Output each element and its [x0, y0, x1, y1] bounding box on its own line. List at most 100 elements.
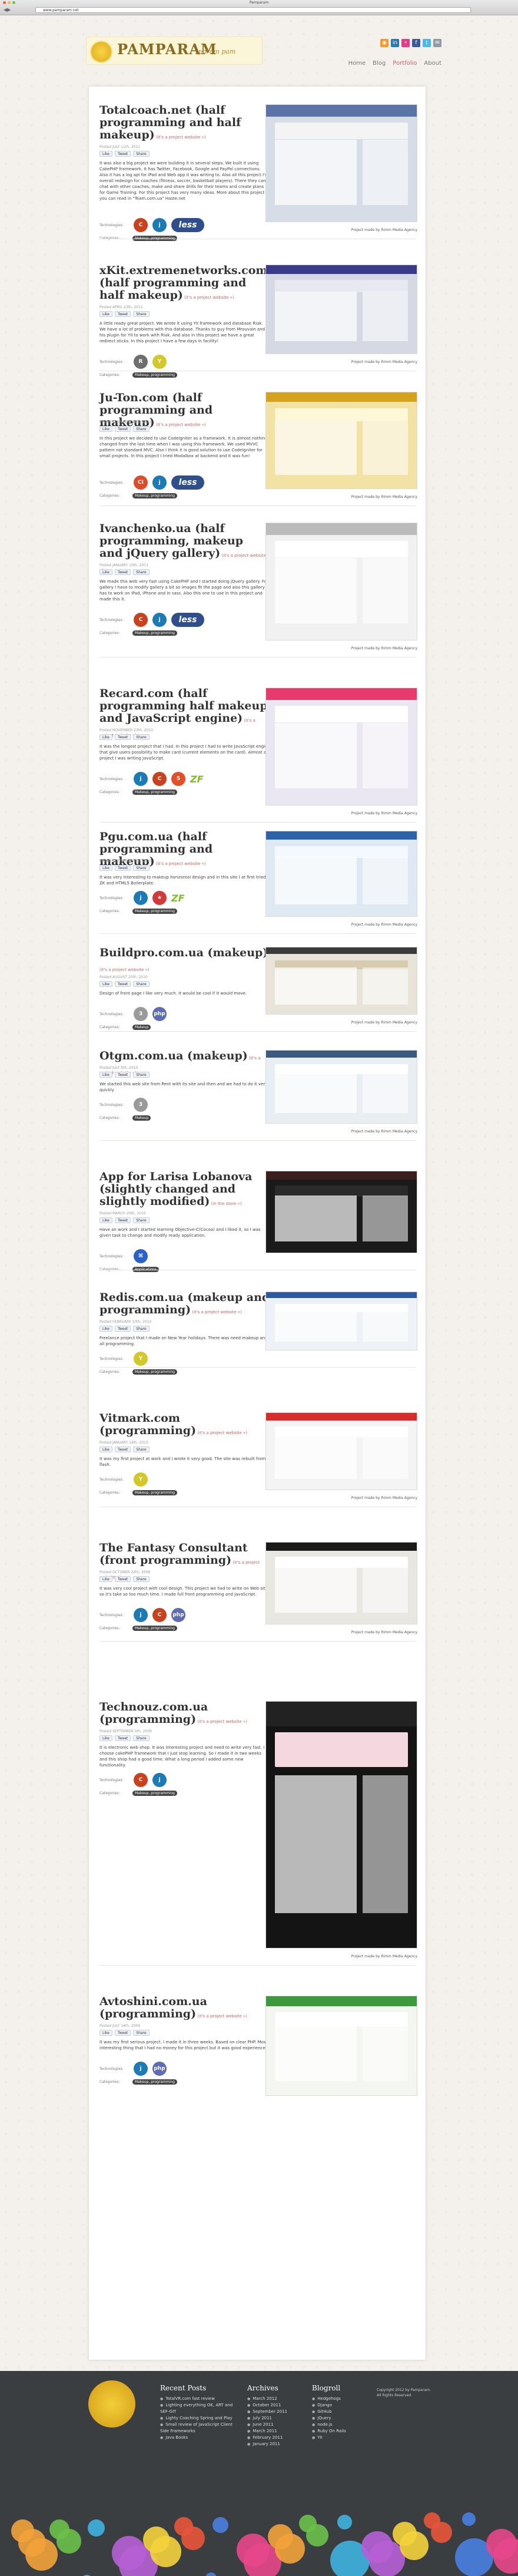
post-title[interactable]: Totalcoach.net (half programming and hal… [99, 104, 270, 144]
like-button[interactable]: Like [99, 1326, 112, 1332]
rss-icon[interactable]: ◉ [380, 39, 388, 47]
category-tag[interactable]: Makeup, programming [132, 909, 177, 914]
like-button[interactable]: Like [99, 151, 112, 157]
project-website-link[interactable]: (it's a project website ») [155, 422, 206, 427]
post-title[interactable]: App for Larisa Lobanova (slightly change… [99, 1171, 270, 1210]
tweet-button[interactable]: Tweet [114, 1735, 131, 1741]
category-tag[interactable]: Makeup, programming [132, 1490, 177, 1495]
tweet-button[interactable]: Tweet [114, 1446, 131, 1452]
share-button[interactable]: Share [133, 1576, 150, 1582]
share-button[interactable]: Share [133, 1735, 150, 1741]
post-title-text[interactable]: Technouz.com.ua (programming) [99, 1700, 208, 1726]
category-tag[interactable]: Makeup, programming [132, 630, 177, 636]
share-button[interactable]: Share [133, 151, 150, 157]
share-button[interactable]: Share [133, 1072, 150, 1078]
post-title-text[interactable]: Otgm.com.ua (makeup) [99, 1049, 248, 1062]
facebook-icon[interactable]: f [412, 39, 420, 47]
menu-item-about[interactable]: About [424, 60, 441, 67]
tweet-button[interactable]: Tweet [114, 2030, 131, 2036]
category-tag[interactable]: Makeup, programming [132, 790, 177, 795]
project-screenshot[interactable] [265, 265, 417, 354]
share-button[interactable]: Share [133, 981, 150, 987]
share-button[interactable]: Share [133, 2030, 150, 2036]
tweet-button[interactable]: Tweet [114, 865, 131, 871]
post-title[interactable]: Buildpro.com.ua (makeup) (it's a project… [99, 947, 270, 976]
project-screenshot[interactable] [265, 523, 417, 640]
project-screenshot[interactable] [265, 1996, 417, 2096]
share-button[interactable]: Share [133, 734, 150, 740]
blogroll-item[interactable]: GitHub [312, 2409, 394, 2415]
menu-item-home[interactable]: Home [348, 60, 366, 67]
post-title-text[interactable]: The Fantasy Consultant (front programmin… [99, 1541, 248, 1567]
post-title[interactable]: xKit.extremenetworks.com (half programmi… [99, 265, 270, 304]
share-button[interactable]: Share [133, 426, 150, 432]
tweet-button[interactable]: Tweet [114, 1072, 131, 1078]
share-button[interactable]: Share [133, 1446, 150, 1452]
category-tag[interactable]: Makeup, programming [132, 493, 177, 498]
post-title[interactable]: Redis.com.ua (makeup and programming) (i… [99, 1292, 270, 1319]
project-website-link[interactable]: (it's a project website ») [191, 1310, 242, 1315]
project-screenshot[interactable] [265, 1412, 417, 1490]
project-screenshot[interactable] [265, 688, 417, 805]
post-title-text[interactable]: Avtoshini.com.ua (programming) [99, 1995, 207, 2020]
blogroll-item[interactable]: YII [312, 2435, 394, 2441]
recent-item[interactable]: Small review of JavaScript Client Side F… [160, 2422, 243, 2435]
share-button[interactable]: Share [133, 569, 150, 575]
category-tag[interactable]: Makeup, programming [132, 1626, 177, 1631]
share-button[interactable]: Share [133, 1217, 150, 1223]
post-title-text[interactable]: Vitmark.com (programming) [99, 1412, 196, 1437]
menu-item-portfolio[interactable]: Portfolio [393, 60, 417, 67]
like-button[interactable]: Like [99, 1576, 112, 1582]
menu-item-blog[interactable]: Blog [373, 60, 386, 67]
project-screenshot[interactable] [265, 104, 417, 222]
project-website-link[interactable]: (it's a project website ») [196, 1719, 247, 1724]
project-screenshot[interactable] [265, 1171, 417, 1253]
project-website-link[interactable]: (it's a project website ») [183, 295, 234, 300]
back-forward-icon[interactable]: ◀▶ [4, 7, 11, 12]
blogroll-item[interactable]: Ruby On Rails [312, 2428, 394, 2435]
share-button[interactable]: Share [133, 865, 150, 871]
post-title[interactable]: Vitmark.com (programming) (it's a projec… [99, 1412, 270, 1439]
post-title[interactable]: Pgu.com.ua (half programming and makeup)… [99, 831, 270, 870]
project-screenshot[interactable] [265, 947, 417, 1015]
site-logo[interactable]: PAMPARAM param pam [86, 37, 263, 65]
share-button[interactable]: Share [133, 1326, 150, 1332]
like-button[interactable]: Like [99, 734, 112, 740]
tweet-button[interactable]: Tweet [114, 1326, 131, 1332]
like-button[interactable]: Like [99, 311, 112, 317]
project-screenshot[interactable] [265, 1050, 417, 1124]
tweet-button[interactable]: Tweet [114, 569, 131, 575]
category-tag[interactable]: Makeup, programming [132, 1791, 177, 1796]
email-icon[interactable]: ✉ [433, 39, 441, 47]
like-button[interactable]: Like [99, 426, 112, 432]
project-screenshot[interactable] [265, 1542, 417, 1624]
like-button[interactable]: Like [99, 1446, 112, 1452]
tweet-button[interactable]: Tweet [114, 1576, 131, 1582]
like-button[interactable]: Like [99, 981, 112, 987]
twitter-icon[interactable]: t [423, 39, 431, 47]
tweet-button[interactable]: Tweet [114, 1217, 131, 1223]
project-website-link[interactable]: (it's a project website ») [155, 135, 206, 140]
recent-item[interactable]: Lighty Coaching Spring and Play [160, 2415, 243, 2422]
tweet-button[interactable]: Tweet [114, 426, 131, 432]
project-screenshot[interactable] [265, 831, 417, 917]
post-title[interactable]: Avtoshini.com.ua (programming) (it's a p… [99, 1996, 270, 2023]
project-website-link[interactable]: (it's a project website ») [196, 2014, 247, 2019]
project-website-link[interactable]: (it's a project website ») [99, 967, 150, 972]
category-tag[interactable]: Makeup, programming [132, 2079, 177, 2085]
recent-item[interactable]: Lighting everything OK, ART and SEF-GIT [160, 2402, 243, 2415]
like-button[interactable]: Like [99, 865, 112, 871]
tweet-button[interactable]: Tweet [114, 734, 131, 740]
blogroll-item[interactable]: Django [312, 2402, 394, 2409]
blogroll-item[interactable]: node.js [312, 2422, 394, 2428]
category-tag[interactable]: Makeup [132, 1025, 151, 1030]
recent-item[interactable]: TotalVR.com fast review [160, 2396, 243, 2402]
tweet-button[interactable]: Tweet [114, 151, 131, 157]
recent-item[interactable]: Java Books [160, 2435, 243, 2441]
share-button[interactable]: Share [133, 311, 150, 317]
like-button[interactable]: Like [99, 2030, 112, 2036]
category-tag[interactable]: Makeup [132, 1115, 151, 1121]
post-title-text[interactable]: Redis.com.ua (makeup and programming) [99, 1291, 270, 1316]
like-button[interactable]: Like [99, 1217, 112, 1223]
post-title-text[interactable]: Buildpro.com.ua (makeup) [99, 946, 268, 959]
